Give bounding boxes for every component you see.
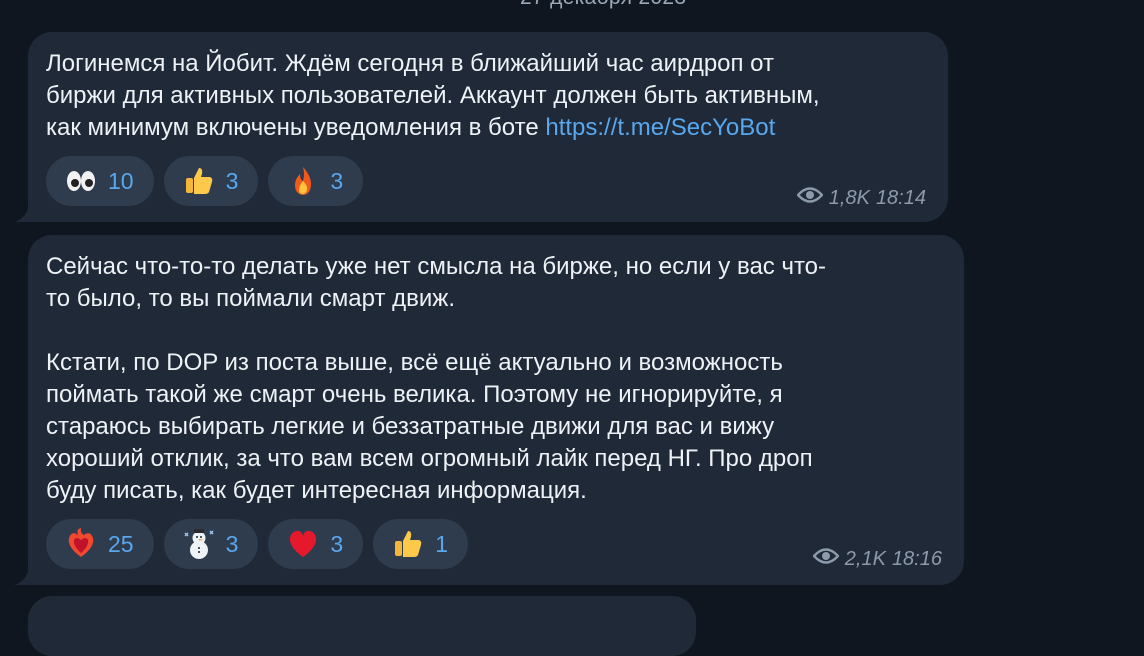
views-icon [796,186,824,210]
message-text: Логинемся на Йобит. Ждём сегодня в ближа… [46,50,820,141]
message-bubble[interactable]: Логинемся на Йобит. Ждём сегодня в ближа… [28,32,948,222]
message-time: 18:14 [875,186,926,209]
fire-icon [286,164,320,198]
message-bubble[interactable] [28,596,696,656]
snowman-icon [182,527,216,561]
message-link[interactable]: https://t.me/SecYoBot [545,114,775,141]
reaction-thumbs-up[interactable]: 1 [373,519,468,569]
thumbs-up-icon [391,527,425,561]
views-count: 2,1K [844,547,886,570]
message-meta: 2,1K 18:16 [812,547,942,571]
bubble-tail [14,200,36,222]
message-text: Сейчас что-то-то делать уже нет смысла н… [46,253,827,504]
reaction-count: 25 [108,530,134,557]
reaction-count: 3 [330,167,344,194]
eyes-icon [64,164,98,198]
reaction-count: 1 [435,530,448,557]
reaction-snowman[interactable]: 3 [163,519,259,569]
reaction-fire[interactable]: 3 [268,156,364,206]
views-count: 1,8K [828,186,870,209]
message-bubble[interactable]: Сейчас что-то-то делать уже нет смысла н… [28,235,964,585]
reaction-heart-on-fire[interactable]: 25 [46,519,154,569]
thumbs-up-icon [182,164,216,198]
message-meta: 1,8K 18:14 [796,186,926,210]
message-time: 18:16 [891,547,942,570]
date-separator: 27 декабря 2023 [520,0,686,10]
heart-on-fire-icon [64,527,98,561]
views-icon [812,547,840,571]
reaction-heart[interactable]: 3 [268,519,364,569]
reaction-count: 3 [225,530,239,557]
reaction-count: 3 [330,530,344,557]
reaction-count: 3 [225,167,239,194]
bubble-tail [14,563,36,585]
reaction-count: 10 [108,167,134,194]
reaction-thumbs-up[interactable]: 3 [163,156,259,206]
heart-icon [286,527,320,561]
reactions-bar: 10 3 3 [46,156,364,206]
reaction-eyes[interactable]: 10 [46,156,154,206]
reactions-bar: 25 3 3 1 [46,519,468,569]
